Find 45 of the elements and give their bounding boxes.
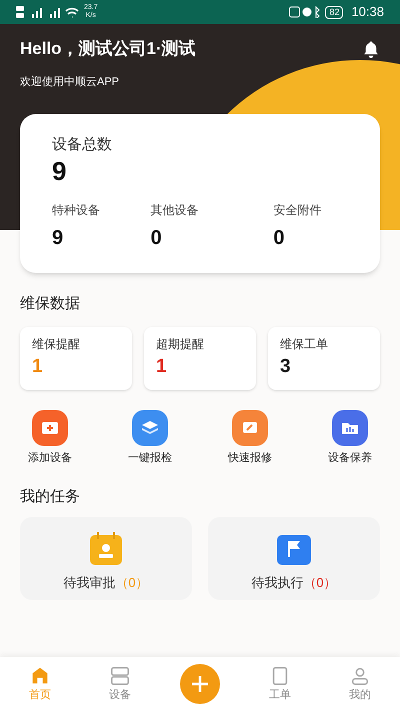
stat-value: 0 [150,226,163,250]
stat-value: 0 [273,226,286,250]
stat-label: 维保提醒 [32,336,81,353]
stat-value: 1 [32,355,44,379]
bell-icon[interactable] [362,40,380,58]
wrench-icon [232,410,268,446]
nav-tab[interactable]: 设备 [80,664,160,704]
task-label: 待我执行 [251,574,304,592]
server-icon [109,664,131,687]
total-value: 9 [52,156,68,184]
folder-icon [332,410,368,446]
task-label: 待我审批 [63,574,116,592]
section-title: 维保数据 [19,294,81,314]
stat-value: 1 [156,355,168,379]
layers-icon [132,410,168,446]
section-title: 我的任务 [19,487,81,507]
status-icons [289,6,322,18]
task-count: （0） [303,574,337,592]
stat-card[interactable]: 维保工单 3 [268,327,380,390]
action-label[interactable]: 设备保养 [328,450,372,466]
battery-indicator: 82 [325,6,344,18]
action-label[interactable]: 添加设备 [28,450,72,466]
task-count: （0） [115,574,149,592]
greeting-title: Hello，测试公司1·测试 [20,38,197,60]
task-card[interactable]: 待我执行（0） [208,516,380,600]
stat-value: 9 [52,226,64,250]
clock: 10:38 [351,3,384,22]
stat-label: 其他设备 [150,202,200,218]
stat-label: 超期提醒 [156,336,205,353]
task-card[interactable]: 待我审批（0） [20,516,192,600]
nav-tab[interactable]: 我的 [320,664,400,704]
plus-icon [32,410,68,446]
stat-label: 维保工单 [280,336,329,353]
total-label: 设备总数 [52,135,113,155]
stat-label: 安全附件 [273,202,322,218]
stat-card[interactable]: 维保提醒 1 [20,327,132,390]
signal-icon [16,5,80,19]
stat-label: 特种设备 [52,202,101,218]
stat-value: 3 [280,355,292,379]
nav-tab[interactable]: 工单 [240,664,320,704]
action-label[interactable]: 快速报修 [228,450,272,466]
welcome-subtitle: 欢迎使用中顺云APP [19,74,120,90]
plus-icon [190,674,210,694]
action-label[interactable]: 一键报检 [128,450,172,466]
stat-card[interactable]: 超期提醒 1 [144,327,256,390]
